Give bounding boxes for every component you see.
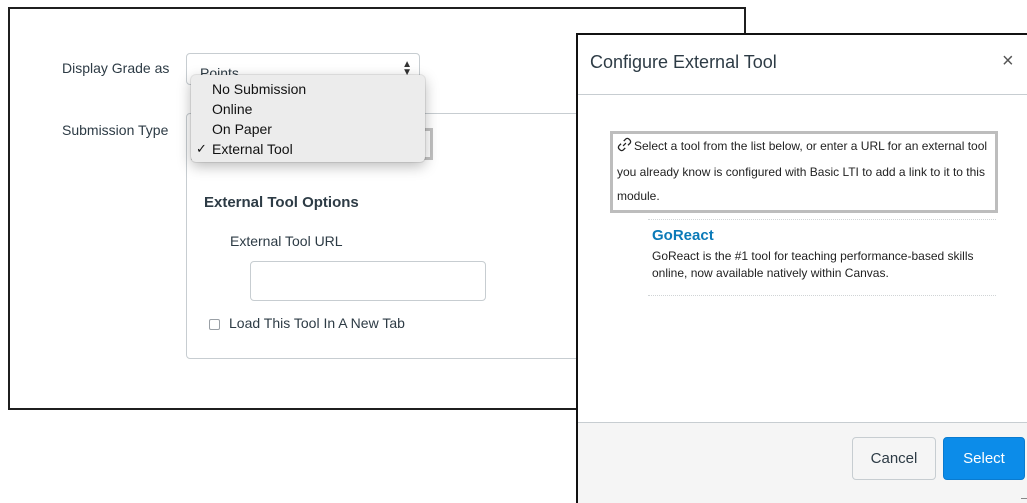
dropdown-item-external-tool[interactable]: ✓ External Tool: [191, 139, 425, 159]
cancel-button[interactable]: Cancel: [852, 437, 936, 480]
new-tab-label[interactable]: Load This Tool In A New Tab: [229, 315, 405, 331]
dropdown-item-label: No Submission: [212, 81, 307, 97]
submission-type-label: Submission Type: [62, 122, 169, 138]
select-button[interactable]: Select: [943, 437, 1025, 480]
tool-goreact-description: GoReact is the #1 tool for teaching perf…: [652, 249, 974, 280]
instructions-box: Select a tool from the list below, or en…: [610, 131, 998, 213]
checkmark-icon: ✓: [196, 141, 207, 156]
resize-grip-icon[interactable]: [1021, 488, 1027, 499]
dialog-footer: Cancel Select: [578, 422, 1027, 503]
dialog-header: Configure External Tool ×: [578, 35, 1027, 95]
close-icon[interactable]: ×: [1002, 50, 1014, 73]
configure-external-tool-dialog: Configure External Tool × Select a tool …: [576, 33, 1027, 503]
dropdown-item-label: External Tool: [212, 141, 293, 157]
link-icon: [617, 136, 632, 160]
dropdown-item-label: Online: [212, 101, 253, 117]
external-tool-options-heading: External Tool Options: [204, 194, 359, 211]
dropdown-item-online[interactable]: Online: [191, 99, 425, 119]
dropdown-item-label: On Paper: [212, 121, 272, 137]
tool-list-divider: [648, 219, 996, 220]
external-tool-url-label: External Tool URL: [230, 233, 343, 249]
dialog-title: Configure External Tool: [590, 52, 777, 72]
tool-goreact-link[interactable]: GoReact: [652, 227, 714, 244]
display-grade-label: Display Grade as: [62, 60, 170, 76]
submission-type-dropdown[interactable]: No Submission Online On Paper ✓ External…: [191, 75, 425, 162]
external-tool-url-input[interactable]: [250, 261, 486, 301]
tool-list-divider: [648, 295, 996, 296]
dropdown-item-no-submission[interactable]: No Submission: [191, 79, 425, 99]
dropdown-item-on-paper[interactable]: On Paper: [191, 119, 425, 139]
instructions-text: Select a tool from the list below, or en…: [617, 139, 988, 203]
new-tab-checkbox[interactable]: [209, 319, 220, 330]
